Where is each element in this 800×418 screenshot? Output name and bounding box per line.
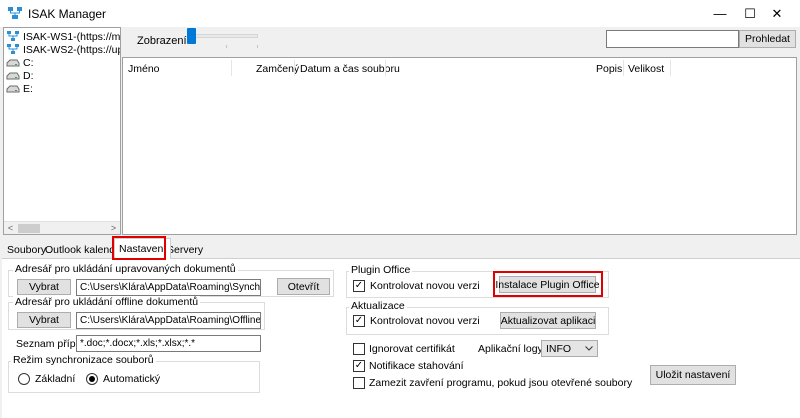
choose-edited-dir-button[interactable]: Vybrat bbox=[17, 279, 71, 295]
updates-check-version-checkbox[interactable]: ✓ bbox=[353, 315, 365, 327]
sync-mode-basic-radio[interactable] bbox=[18, 373, 30, 385]
plugin-check-version-checkbox[interactable]: ✓ bbox=[353, 280, 365, 292]
close-icon: ✕ bbox=[771, 5, 783, 21]
scroll-thumb[interactable] bbox=[18, 224, 40, 233]
ignore-cert-checkbox[interactable] bbox=[353, 343, 365, 355]
search-input[interactable] bbox=[606, 30, 739, 48]
file-list[interactable]: Jméno Zamčený Datum a čas souboru Popis … bbox=[122, 57, 797, 235]
open-folder-button[interactable]: Otevřít bbox=[277, 278, 330, 295]
sync-mode-automatic-label: Automatický bbox=[103, 373, 161, 385]
tree-horizontal-scrollbar[interactable]: < > bbox=[4, 221, 120, 234]
scroll-left-icon[interactable]: < bbox=[4, 222, 17, 235]
tree-item-label: ISAK-WS1-(https://ma bbox=[23, 30, 121, 43]
offline-docs-path-field[interactable]: C:\Users\Klára\AppData\Roaming\OfflineDo… bbox=[76, 312, 261, 329]
close-button[interactable]: ✕ bbox=[754, 0, 800, 27]
column-header-description[interactable]: Popis bbox=[596, 63, 622, 75]
prevent-close-checkbox[interactable] bbox=[353, 377, 365, 389]
extensions-field[interactable]: *.doc;*.docx;*.xls;*.xlsx;*.* bbox=[76, 335, 261, 352]
tree-item-ws2[interactable]: ISAK-WS2-(https://upi bbox=[6, 43, 121, 56]
drive-icon bbox=[6, 59, 20, 67]
column-separator[interactable] bbox=[231, 60, 232, 76]
drive-icon bbox=[6, 85, 20, 93]
install-button-highlight-outline bbox=[493, 271, 603, 297]
network-icon bbox=[7, 31, 19, 41]
tree-item-label: C: bbox=[23, 56, 34, 69]
app-network-icon bbox=[8, 7, 22, 19]
tree-item-drive-d[interactable]: D: bbox=[6, 69, 34, 82]
sync-mode-basic-label: Základní bbox=[35, 373, 76, 385]
column-separator[interactable] bbox=[385, 60, 386, 76]
plugin-office-title: Plugin Office bbox=[349, 264, 413, 276]
plugin-check-version-label: Kontrolovat novou verzi bbox=[370, 280, 480, 292]
edited-docs-path-field[interactable]: C:\Users\Klára\AppData\Roaming\Synchroni… bbox=[76, 279, 261, 296]
download-notify-label: Notifikace stahování bbox=[369, 360, 464, 372]
tab-highlight-outline bbox=[112, 236, 166, 260]
tree-item-label: D: bbox=[23, 69, 34, 82]
ignore-cert-label: Ignorovat certifikát bbox=[369, 343, 455, 355]
search-button[interactable]: Prohledat bbox=[739, 30, 796, 48]
sync-mode-title: Režim synchronizace souborů bbox=[11, 354, 156, 366]
check-icon: ✓ bbox=[354, 315, 364, 326]
sync-mode-automatic-radio[interactable] bbox=[86, 373, 98, 385]
check-icon: ✓ bbox=[354, 360, 364, 371]
app-logs-select[interactable]: INFO bbox=[541, 340, 598, 357]
save-settings-button[interactable]: Uložit nastavení bbox=[650, 365, 736, 385]
minimize-icon: — bbox=[713, 6, 727, 21]
column-separator[interactable] bbox=[623, 60, 624, 76]
column-header-size[interactable]: Velikost bbox=[628, 63, 664, 75]
download-notify-checkbox[interactable]: ✓ bbox=[353, 360, 365, 372]
tree-item-ws1[interactable]: ISAK-WS1-(https://ma bbox=[6, 30, 121, 43]
server-tree[interactable]: ISAK-WS1-(https://ma ISAK-WS2-(https://u… bbox=[3, 27, 121, 235]
scroll-right-icon[interactable]: > bbox=[107, 222, 120, 235]
update-app-button[interactable]: Aktualizovat aplikaci bbox=[500, 312, 596, 329]
chevron-down-icon bbox=[585, 346, 593, 351]
app-logs-label: Aplikační logy bbox=[478, 343, 543, 355]
drive-icon bbox=[6, 72, 20, 80]
column-header-locked[interactable]: Zamčený bbox=[256, 63, 299, 75]
tree-item-drive-e[interactable]: E: bbox=[6, 82, 33, 95]
app-logs-value: INFO bbox=[546, 342, 572, 355]
view-slider-track[interactable] bbox=[190, 34, 258, 38]
column-separator[interactable] bbox=[670, 60, 671, 76]
updates-title: Aktualizace bbox=[349, 300, 407, 312]
column-header-name[interactable]: Jméno bbox=[128, 63, 160, 75]
offline-docs-title: Adresář pro ukládání offline dokumentů bbox=[13, 296, 201, 308]
slider-tick bbox=[226, 45, 227, 48]
check-icon: ✓ bbox=[354, 280, 364, 291]
title-bar: ISAK Manager — ☐ ✕ bbox=[0, 0, 800, 27]
column-separator[interactable] bbox=[294, 60, 295, 76]
edited-docs-title: Adresář pro ukládání upravovaných dokume… bbox=[13, 263, 238, 275]
tree-item-label: ISAK-WS2-(https://upi bbox=[23, 43, 121, 56]
tree-item-label: E: bbox=[23, 82, 33, 95]
view-slider-thumb[interactable] bbox=[187, 28, 196, 44]
tree-item-drive-c[interactable]: C: bbox=[6, 56, 34, 69]
updates-check-version-label: Kontrolovat novou verzi bbox=[370, 315, 480, 327]
prevent-close-label: Zamezit zavření programu, pokud jsou ote… bbox=[369, 377, 633, 389]
slider-tick bbox=[257, 45, 258, 48]
view-label: Zobrazení bbox=[137, 35, 187, 47]
window-title: ISAK Manager bbox=[28, 7, 107, 21]
choose-offline-dir-button[interactable]: Vybrat bbox=[17, 312, 71, 328]
network-icon bbox=[7, 44, 19, 54]
